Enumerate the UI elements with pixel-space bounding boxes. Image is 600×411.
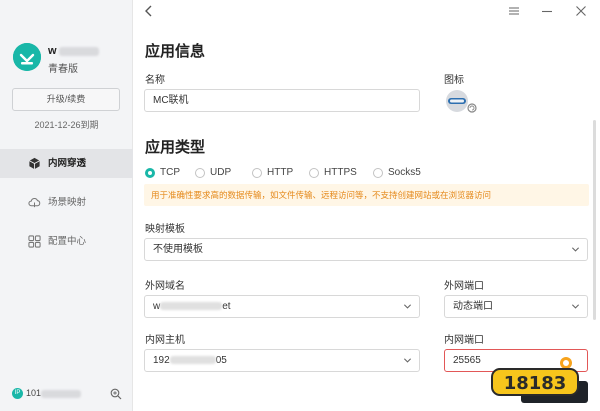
expire-date: 2021-12-26到期 [34,120,99,130]
radio-label: UDP [210,167,232,178]
chevron-down-icon [571,304,580,309]
internal-port-value: 25565 [453,355,481,366]
radio-udp[interactable]: UDP [195,166,231,180]
menu-icon[interactable] [508,5,520,17]
sidebar-item-config[interactable]: 配置中心 [0,227,133,256]
domain-prefix: w [153,301,161,312]
ip-badge: IP [12,388,23,400]
host-label: 内网主机 [145,335,185,346]
upgrade-button[interactable]: 升级/续费 [12,88,120,111]
scrollbar-thumb[interactable] [593,120,596,320]
edition-label: 青春版 [48,64,78,75]
icon-label: 图标 [444,75,464,86]
external-port-value: 动态端口 [453,301,493,312]
template-select[interactable]: 不使用模板 [144,238,588,261]
radio-label: HTTP [267,167,294,178]
sidebar-item-label: 配置中心 [48,236,87,247]
app-logo-icon [13,43,41,71]
svg-text:18183: 18183 [504,373,567,394]
app-icon-preview[interactable] [445,89,479,115]
template-select-value: 不使用模板 [153,244,203,255]
sidebar: w 青春版 升级/续费 2021-12-26到期 内网穿透 场景映射 配置中心 … [0,0,133,411]
radio-label: Socks5 [388,167,421,178]
host-select[interactable]: 192 05 [144,349,420,372]
cube-icon [29,157,40,170]
external-port-select[interactable]: 动态端口 [444,295,588,318]
name-label: 名称 [145,75,165,86]
app-type-title: 应用类型 [145,139,206,156]
radio-https[interactable]: HTTPS [309,166,357,180]
chevron-down-icon [403,358,412,363]
sidebar-item-label: 内网穿透 [48,158,87,169]
ip-display: IP 101 [12,388,82,400]
external-port-label: 外网端口 [444,281,484,292]
close-icon[interactable] [575,5,587,17]
template-label: 映射模板 [145,224,185,235]
radio-dot [195,168,205,178]
radio-dot [309,168,319,178]
radio-dot [252,168,262,178]
protocol-notice: 用于准确性要求高的数据传输，如文件传输、远程访问等，不支持创建网站或在浏览器访问 [144,184,589,206]
back-icon[interactable] [142,4,156,18]
radio-dot [373,168,383,178]
host-suffix: 05 [215,355,227,366]
radio-label: TCP [160,167,180,178]
radio-http[interactable]: HTTP [252,166,293,180]
ip-redacted [41,389,82,398]
username-redacted [58,46,99,56]
sidebar-item-intranet[interactable]: 内网穿透 [0,149,133,178]
cloud-icon [28,198,41,208]
ip-prefix: 101 [26,388,42,398]
chevron-down-icon [571,247,580,252]
radio-tcp[interactable]: TCP [145,166,180,180]
chevron-down-icon [403,304,412,309]
domain-suffix: et [222,301,231,312]
domain-select[interactable]: w et [144,295,420,318]
name-input[interactable]: MC联机 [144,89,420,112]
domain-label: 外网域名 [145,281,185,292]
mascot-watermark-icon: 18183 [491,357,579,396]
domain-redacted [160,302,223,311]
sidebar-item-scene[interactable]: 场景映射 [0,188,133,217]
internal-port-label: 内网端口 [444,335,484,346]
radio-socks5[interactable]: Socks5 [373,166,421,180]
radio-dot [145,168,155,178]
host-redacted [169,356,216,365]
grid-icon [28,235,41,248]
host-prefix: 192 [153,355,170,366]
minimize-icon[interactable] [541,5,553,17]
name-input-value: MC联机 [153,95,189,106]
app-info-title: 应用信息 [145,43,206,60]
zoom-icon[interactable] [110,388,122,400]
username-text: w [48,45,57,57]
sidebar-item-label: 场景映射 [48,197,87,208]
username: w [48,45,99,57]
radio-label: HTTPS [324,167,357,178]
